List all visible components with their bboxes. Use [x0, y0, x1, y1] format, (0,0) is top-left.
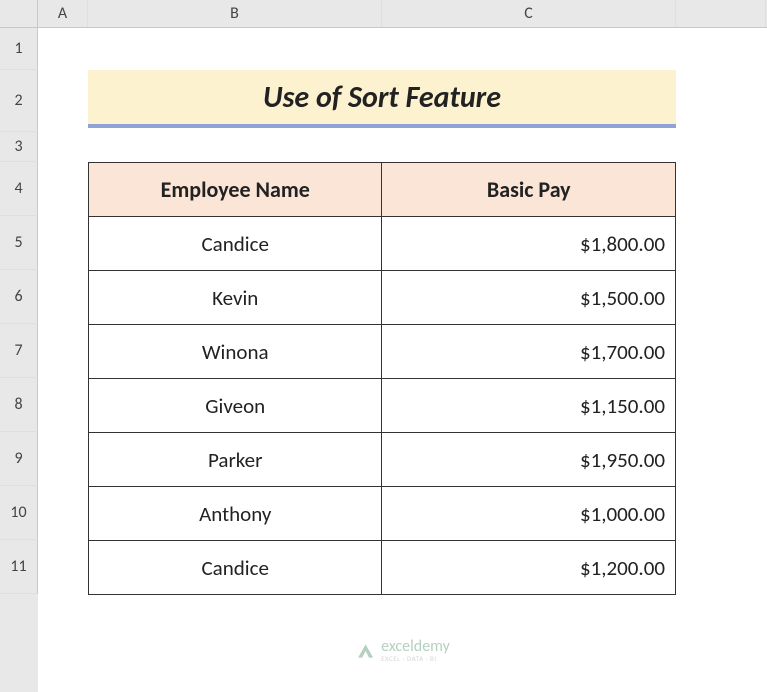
table-row: Parker $1,950.00: [89, 433, 676, 487]
cell-name[interactable]: Giveon: [89, 379, 382, 433]
cell-name[interactable]: Winona: [89, 325, 382, 379]
row-header-6[interactable]: 6: [0, 270, 38, 324]
column-header-row: A B C: [38, 0, 767, 28]
row-header-4[interactable]: 4: [0, 162, 38, 216]
watermark: exceldemy EXCEL · DATA · BI: [355, 639, 450, 662]
row-header-3[interactable]: 3: [0, 132, 38, 162]
cell-pay[interactable]: $1,950.00: [382, 433, 676, 487]
table-row: Anthony $1,000.00: [89, 487, 676, 541]
grid-area: A B C Use of Sort Feature Employee Name …: [38, 0, 767, 692]
cell-pay[interactable]: $1,500.00: [382, 271, 676, 325]
table-row: Candice $1,800.00: [89, 217, 676, 271]
cell-name[interactable]: Candice: [89, 217, 382, 271]
cell-pay[interactable]: $1,700.00: [382, 325, 676, 379]
logo-icon: [355, 641, 375, 661]
cell-pay[interactable]: $1,000.00: [382, 487, 676, 541]
employee-table: Employee Name Basic Pay Candice $1,800.0…: [88, 162, 676, 595]
table-header-row: Employee Name Basic Pay: [89, 163, 676, 217]
row-header-10[interactable]: 10: [0, 486, 38, 540]
col-header-a[interactable]: A: [38, 0, 88, 27]
title-banner[interactable]: Use of Sort Feature: [88, 70, 676, 128]
select-all-corner[interactable]: [0, 0, 38, 28]
grid-body[interactable]: Use of Sort Feature Employee Name Basic …: [38, 28, 767, 692]
row-header-9[interactable]: 9: [0, 432, 38, 486]
col-header-c[interactable]: C: [382, 0, 676, 27]
watermark-main: exceldemy: [381, 639, 450, 655]
cell-name[interactable]: Candice: [89, 541, 382, 595]
cell-name[interactable]: Anthony: [89, 487, 382, 541]
row-header-1[interactable]: 1: [0, 28, 38, 70]
table-row: Kevin $1,500.00: [89, 271, 676, 325]
watermark-text: exceldemy EXCEL · DATA · BI: [381, 639, 450, 662]
cell-pay[interactable]: $1,150.00: [382, 379, 676, 433]
row-header-5[interactable]: 5: [0, 216, 38, 270]
table-row: Giveon $1,150.00: [89, 379, 676, 433]
table-row: Winona $1,700.00: [89, 325, 676, 379]
header-basic-pay[interactable]: Basic Pay: [382, 163, 676, 217]
cell-name[interactable]: Parker: [89, 433, 382, 487]
header-employee-name[interactable]: Employee Name: [89, 163, 382, 217]
cell-pay[interactable]: $1,200.00: [382, 541, 676, 595]
table-row: Candice $1,200.00: [89, 541, 676, 595]
col-header-b[interactable]: B: [88, 0, 382, 27]
cell-name[interactable]: Kevin: [89, 271, 382, 325]
row-header-2[interactable]: 2: [0, 70, 38, 132]
row-header-7[interactable]: 7: [0, 324, 38, 378]
spreadsheet-view: 1 2 3 4 5 6 7 8 9 10 11 A B C Use of Sor…: [0, 0, 767, 692]
cell-pay[interactable]: $1,800.00: [382, 217, 676, 271]
row-header-8[interactable]: 8: [0, 378, 38, 432]
col-header-d[interactable]: [676, 0, 766, 27]
row-header-11[interactable]: 11: [0, 540, 38, 594]
watermark-sub: EXCEL · DATA · BI: [381, 655, 450, 662]
row-header-column: 1 2 3 4 5 6 7 8 9 10 11: [0, 0, 38, 692]
